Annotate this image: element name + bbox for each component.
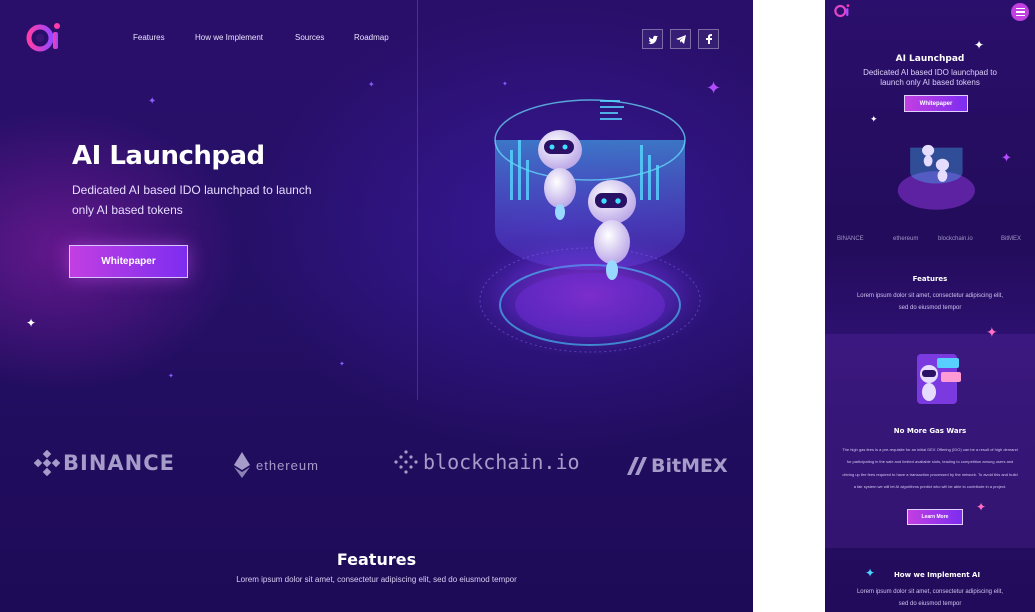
sparkle-icon: ✦ <box>870 114 878 124</box>
ethereum-icon <box>234 452 250 478</box>
partner-binance: BINANCE <box>34 450 175 476</box>
sparkle-icon: ✦ <box>148 96 157 107</box>
sparkle-icon: ✦ <box>976 500 987 514</box>
nav-features[interactable]: Features <box>133 33 165 42</box>
gas-wars-text: The high gas fees is a pre-requisite for… <box>842 447 1018 490</box>
sparkle-icon: ✦ <box>26 316 37 330</box>
facebook-button[interactable] <box>698 29 719 49</box>
binance-icon <box>34 450 60 476</box>
mobile-robot-illustration <box>897 144 975 210</box>
mobile-features-title: Features <box>912 275 948 283</box>
divider <box>417 0 418 400</box>
partner-blockchain: blockchain.io <box>394 450 580 474</box>
features-title: Features <box>336 550 417 569</box>
hero-subtitle: Dedicated AI based IDO launchpad to laun… <box>72 183 312 217</box>
features-subtitle: Lorem ipsum dolor sit amet, consectetur … <box>236 575 517 584</box>
telegram-button[interactable] <box>670 29 691 49</box>
desktop-view: Features How we Implement Sources Roadma… <box>0 0 753 612</box>
sparkle-icon: ✦ <box>974 38 985 52</box>
mobile-partner: BINANCE <box>837 236 864 242</box>
sparkle-icon: ✦ <box>1001 150 1012 165</box>
gas-wars-title: No More Gas Wars <box>893 427 967 435</box>
sparkle-icon: ✦ <box>168 373 174 380</box>
bitmex-icon <box>627 457 647 475</box>
hamburger-line <box>1015 11 1025 13</box>
implement-title: How we Implement AI <box>893 571 981 579</box>
menu-button[interactable] <box>1011 3 1029 21</box>
mobile-partner: blockchain.io <box>938 236 973 242</box>
partner-ethereum: ethereum <box>234 452 319 478</box>
mobile-hero-subtitle: Dedicated AI based IDO launchpad to laun… <box>863 68 997 87</box>
learn-more-button[interactable]: Learn More <box>907 509 963 525</box>
sparkle-icon: ✦ <box>502 81 508 88</box>
nav-sources[interactable]: Sources <box>295 33 324 42</box>
mobile-partner: ethereum <box>893 236 919 242</box>
blockchain-icon <box>394 450 418 474</box>
partner-bitmex: BitMEX <box>627 455 728 477</box>
implement-subtitle: Lorem ipsum dolor sit amet, consectetur … <box>856 589 1004 607</box>
robot-illustration <box>450 99 730 365</box>
partner-name: blockchain.io <box>423 450 580 474</box>
telegram-icon <box>675 34 686 44</box>
mobile-partner: BitMEX <box>1001 236 1022 242</box>
partner-name: BINANCE <box>63 451 175 475</box>
twitter-button[interactable] <box>642 29 663 49</box>
whitepaper-button[interactable]: Whitepaper <box>69 245 188 278</box>
hamburger-line <box>1015 14 1025 17</box>
twitter-icon <box>647 35 658 44</box>
mobile-hero-title: AI Launchpad <box>895 54 965 64</box>
mobile-view: AI Launchpad Dedicated AI based IDO laun… <box>825 0 1035 612</box>
nav-roadmap[interactable]: Roadmap <box>354 33 389 42</box>
sparkle-icon: ✦ <box>368 80 375 89</box>
hero-title: AI Launchpad <box>72 141 265 171</box>
logo-icon[interactable] <box>834 3 852 19</box>
partner-name: ethereum <box>256 457 319 473</box>
partner-name: BitMEX <box>651 455 728 477</box>
gas-wars-illustration <box>917 354 961 404</box>
sparkle-icon: ✦ <box>339 361 345 368</box>
facebook-icon <box>705 34 712 44</box>
mobile-whitepaper-button[interactable]: Whitepaper <box>904 95 968 112</box>
mobile-features-subtitle: Lorem ipsum dolor sit amet, consectetur … <box>856 293 1004 311</box>
sparkle-icon: ✦ <box>986 324 998 340</box>
logo-icon <box>26 23 60 52</box>
sparkle-icon: ✦ <box>706 78 722 98</box>
nav-how-we-implement[interactable]: How we Implement <box>195 33 263 42</box>
hamburger-line <box>1015 7 1025 10</box>
